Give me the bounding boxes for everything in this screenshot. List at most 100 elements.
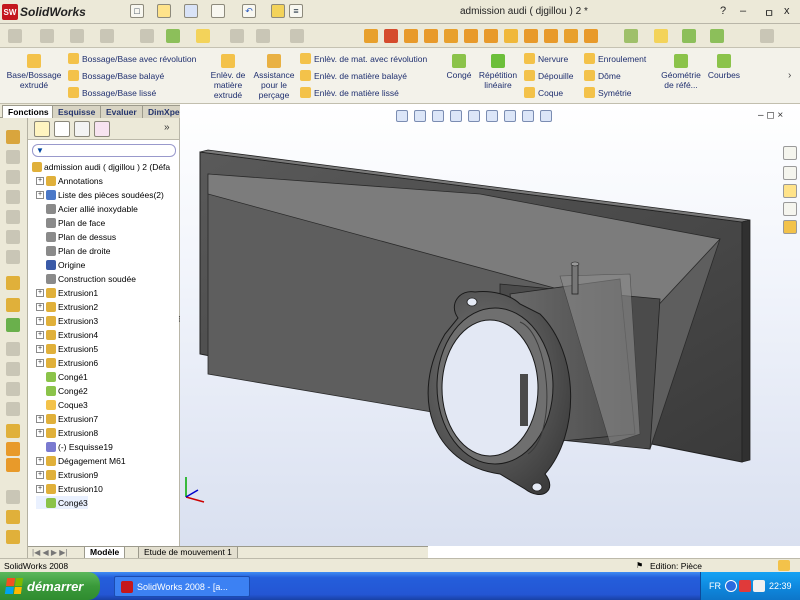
appearance-icon[interactable] bbox=[522, 110, 534, 122]
graphics-area[interactable] bbox=[180, 104, 800, 546]
expand-toggle-icon[interactable]: + bbox=[36, 330, 44, 339]
taskbar-app-solidworks[interactable]: SolidWorks 2008 - [a... bbox=[114, 576, 250, 597]
draft-feature-icon[interactable] bbox=[484, 29, 498, 43]
fillet-button[interactable]: Congé bbox=[444, 54, 474, 80]
tree-item[interactable]: Plan de dessus bbox=[36, 230, 116, 243]
tool-icon-20[interactable] bbox=[6, 530, 20, 544]
chamfer-icon[interactable] bbox=[424, 29, 438, 43]
rib-button[interactable]: Nervure bbox=[524, 53, 568, 64]
undo-icon[interactable]: ↶ bbox=[242, 4, 256, 18]
expand-toggle-icon[interactable]: + bbox=[36, 316, 44, 325]
rectangle-icon[interactable] bbox=[70, 29, 84, 43]
tool-icon-1[interactable] bbox=[6, 130, 20, 144]
tool-icon-17[interactable] bbox=[6, 458, 20, 472]
minimize-button[interactable]: – bbox=[740, 5, 746, 17]
zoom-area-icon[interactable] bbox=[414, 110, 426, 122]
expand-toggle-icon[interactable]: + bbox=[36, 428, 44, 437]
tool-icon-5[interactable] bbox=[6, 210, 20, 224]
cut-extrude-button[interactable]: Enlèv. de matière extrudé bbox=[206, 54, 250, 100]
dome-feature-icon[interactable] bbox=[544, 29, 558, 43]
tool-icon-2[interactable] bbox=[6, 150, 20, 164]
tool-icon-8[interactable] bbox=[6, 276, 20, 290]
tool-icon-11[interactable] bbox=[6, 342, 20, 356]
chevron-right-icon[interactable]: › bbox=[788, 70, 791, 81]
tool-icon-10[interactable] bbox=[6, 318, 20, 332]
mirror-feature-icon[interactable] bbox=[524, 29, 538, 43]
structural-member-icon[interactable] bbox=[624, 29, 638, 43]
tool-icon-6[interactable] bbox=[6, 230, 20, 244]
tab-fonctions[interactable]: Fonctions bbox=[2, 105, 55, 118]
status-icon[interactable]: ⚑ bbox=[636, 561, 643, 570]
plane-icon[interactable] bbox=[256, 29, 270, 43]
tree-item[interactable]: Congé2 bbox=[36, 384, 88, 397]
expand-toggle-icon[interactable]: + bbox=[36, 176, 44, 185]
tree-item[interactable]: + Extrusion2 bbox=[36, 300, 98, 313]
axis-icon[interactable] bbox=[230, 29, 244, 43]
file-explorer-icon[interactable] bbox=[783, 184, 797, 198]
help-balloon-icon[interactable] bbox=[778, 560, 790, 571]
hide-show-icon[interactable] bbox=[504, 110, 516, 122]
cut-loft-button[interactable]: Enlèv. de matière lissé bbox=[300, 87, 399, 98]
tree-item[interactable]: + Extrusion1 bbox=[36, 286, 98, 299]
sketch-icon[interactable] bbox=[8, 29, 22, 43]
zoom-fit-icon[interactable] bbox=[396, 110, 408, 122]
tab-evaluer[interactable]: Evaluer bbox=[100, 105, 143, 118]
scroll-arrows-icon[interactable]: |◀ ◀ ▶ ▶| bbox=[32, 548, 67, 557]
tree-item[interactable]: Origine bbox=[36, 258, 85, 271]
language-indicator[interactable]: FR bbox=[709, 581, 721, 591]
tree-item[interactable]: Coque3 bbox=[36, 398, 88, 411]
app-logo[interactable]: SW SolidWorks bbox=[2, 3, 86, 21]
rib-feature-icon[interactable] bbox=[464, 29, 478, 43]
mirror-button[interactable]: Symétrie bbox=[584, 87, 632, 98]
tool-icon-16[interactable] bbox=[6, 442, 20, 456]
tree-item[interactable]: + Annotations bbox=[36, 174, 103, 187]
shell-button[interactable]: Coque bbox=[524, 87, 563, 98]
tool-icon-19[interactable] bbox=[6, 510, 20, 524]
expand-toggle-icon[interactable]: + bbox=[36, 190, 44, 199]
network-icon[interactable] bbox=[725, 580, 737, 592]
tool-icon-18[interactable] bbox=[6, 490, 20, 504]
curve-tool-icon[interactable] bbox=[682, 29, 696, 43]
tree-item[interactable]: Congé3 bbox=[36, 496, 88, 509]
expand-toggle-icon[interactable]: + bbox=[36, 344, 44, 353]
cut-sweep-button[interactable]: Enlèv. de matière balayé bbox=[300, 70, 407, 81]
tree-item[interactable]: + Extrusion3 bbox=[36, 314, 98, 327]
tool-icon-12[interactable] bbox=[6, 362, 20, 376]
expand-toggle-icon[interactable]: + bbox=[36, 470, 44, 479]
restore-button[interactable]: ㅁ bbox=[764, 5, 774, 21]
print-icon[interactable] bbox=[211, 4, 225, 18]
new-file-icon[interactable]: □ bbox=[130, 4, 144, 18]
previous-view-icon[interactable] bbox=[432, 110, 444, 122]
tree-item[interactable]: + Extrusion9 bbox=[36, 468, 98, 481]
expand-panel-icon[interactable]: » bbox=[164, 122, 170, 133]
close-button[interactable]: x bbox=[784, 5, 790, 17]
expand-toggle-icon[interactable]: + bbox=[36, 414, 44, 423]
expand-toggle-icon[interactable]: + bbox=[36, 358, 44, 367]
view-palette-icon[interactable] bbox=[783, 202, 797, 216]
shell-feature-icon[interactable] bbox=[444, 29, 458, 43]
scene-icon[interactable] bbox=[540, 110, 552, 122]
appearances-icon[interactable] bbox=[783, 220, 797, 234]
relations-icon[interactable] bbox=[166, 29, 180, 43]
trim-extend-icon[interactable] bbox=[654, 29, 668, 43]
tree-item[interactable]: + Extrusion7 bbox=[36, 412, 98, 425]
start-button[interactable]: démarrer bbox=[0, 572, 100, 600]
weldment-icon[interactable] bbox=[584, 29, 598, 43]
viewport-window-controls[interactable]: – ◻ × bbox=[758, 110, 783, 121]
tool-icon-15[interactable] bbox=[6, 424, 20, 438]
rebuild-icon[interactable] bbox=[271, 4, 285, 18]
dimension-icon[interactable] bbox=[140, 29, 154, 43]
feature-tree-tab[interactable] bbox=[34, 121, 50, 137]
linear-pattern-button[interactable]: Répétition linéaire bbox=[476, 54, 520, 90]
tree-item[interactable]: Plan de face bbox=[36, 216, 105, 229]
tree-root[interactable]: admission audi ( djgillou ) 2 (Défa bbox=[32, 160, 170, 173]
tool-icon-9[interactable] bbox=[6, 298, 20, 312]
tree-item[interactable]: + Extrusion8 bbox=[36, 426, 98, 439]
cut-revolve-button[interactable]: Enlèv. de mat. avec révolution bbox=[300, 53, 427, 64]
tool-icon-13[interactable] bbox=[6, 382, 20, 396]
base-extrude-button[interactable]: Base/Bossage extrudé bbox=[4, 54, 64, 90]
features-icon[interactable] bbox=[364, 29, 378, 43]
draft-button[interactable]: Dépouille bbox=[524, 70, 573, 81]
tree-item[interactable]: + Extrusion6 bbox=[36, 356, 98, 369]
fillet-feature-icon[interactable] bbox=[404, 29, 418, 43]
